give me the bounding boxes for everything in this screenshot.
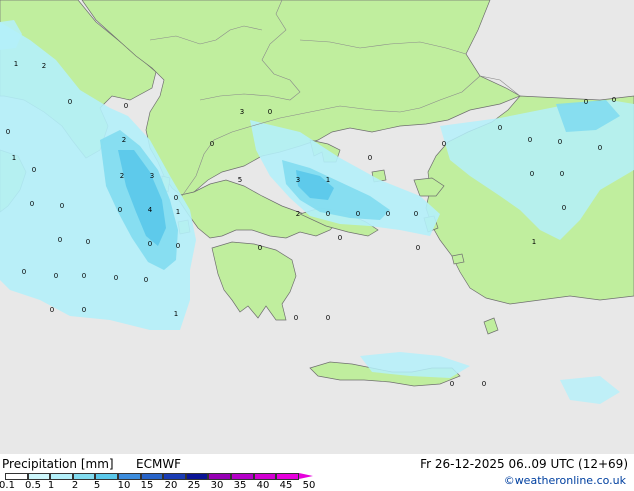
precipitation-map: 1 2 0 0 0 1 0 2 3 2 0 0 0 4 1 0 0 0 0 0 0 0 0 0 0 0 1 0 5 3 0 3 1 2 0 0 0 0 0 0… [0,0,634,454]
value-label: 0 [414,210,418,218]
value-label: 3 [150,172,154,180]
value-label: 0 [356,210,360,218]
value-label: 0 [416,244,420,252]
scale-cell [140,473,164,480]
value-label: 2 [296,210,300,218]
scale-cell [50,473,73,480]
value-label: 3 [240,108,244,116]
map-title: Precipitation [mm] [2,457,114,471]
value-label: 0 [584,98,588,106]
value-label: 2 [42,62,46,70]
value-label: 0 [528,136,532,144]
model-name: ECMWF [136,457,182,471]
scale-cell [208,473,231,480]
value-label: 0 [6,128,10,136]
value-label: 0 [562,204,566,212]
value-label: 0 [124,102,128,110]
scale-cell [95,473,118,480]
weather-map-root: 1 2 0 0 0 1 0 2 3 2 0 0 0 4 1 0 0 0 0 0 0 0 0 0 0 0 1 0 5 3 0 3 1 2 0 0 0 0 0 0… [0,0,634,491]
scale-cell [253,473,277,480]
value-label: 0 [368,154,372,162]
value-label: 0 [482,380,486,388]
value-label: 1 [12,154,16,162]
value-label: 0 [442,140,446,148]
value-label: 0 [326,210,330,218]
scale-cell [27,473,51,480]
value-label: 0 [558,138,562,146]
value-label: 2 [120,172,124,180]
scale-cell [117,473,141,480]
value-label: 0 [58,236,62,244]
value-label: 5 [238,176,242,184]
value-label: 0 [32,166,36,174]
value-label: 0 [268,108,272,116]
value-label: 0 [86,238,90,246]
scale-cell [276,473,299,480]
map-footer: Precipitation [mm] ECMWF Fr 26-12-2025 0… [0,454,634,491]
value-label: 0 [294,314,298,322]
scale-arrow [298,473,313,479]
value-label: 0 [22,268,26,276]
value-label: 0 [530,170,534,178]
value-label: 0 [174,194,178,202]
value-label: 0 [386,210,390,218]
value-label: 1 [326,176,330,184]
value-label: 3 [296,176,300,184]
value-label: 0 [176,242,180,250]
value-label: 0 [612,96,616,104]
value-label: 4 [148,206,153,214]
value-label: 0 [30,200,34,208]
value-label: 0 [560,170,564,178]
value-label: 0 [326,314,330,322]
value-label: 0 [144,276,148,284]
scale-cell [72,473,96,480]
value-label: 0 [82,306,86,314]
value-label: 0 [50,306,54,314]
value-label: 1 [176,208,180,216]
value-label: 0 [598,144,602,152]
value-label: 0 [210,140,214,148]
value-label: 2 [122,136,126,144]
value-label: 0 [54,272,58,280]
value-label: 0 [148,240,152,248]
scale-cell [5,473,28,480]
valid-datetime: Fr 26-12-2025 06..09 UTC (12+69) [420,457,628,471]
scale-cell [163,473,186,480]
value-label: 0 [60,202,64,210]
value-label: 0 [82,272,86,280]
scale-cell [230,473,254,480]
value-label: 0 [498,124,502,132]
value-label: 0 [114,274,118,282]
credit-link[interactable]: ©weatheronline.co.uk [504,474,626,488]
value-label: 0 [338,234,342,242]
value-label: 0 [68,98,72,106]
value-label: 0 [258,244,262,252]
value-label: 1 [532,238,536,246]
value-label: 1 [14,60,18,68]
value-label: 0 [450,380,454,388]
value-label: 1 [174,310,178,318]
land-samos [451,253,465,265]
scale-cell [185,473,209,480]
value-label: 0 [118,206,122,214]
